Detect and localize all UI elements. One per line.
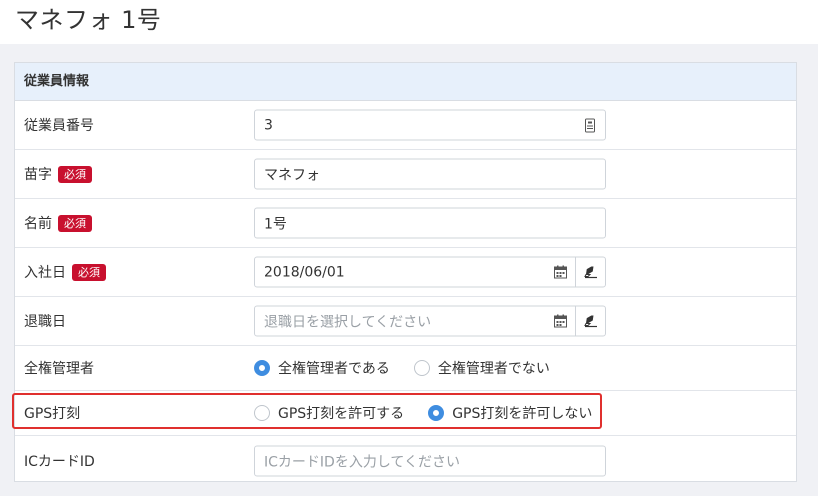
ic-card-input[interactable]: ICカードIDを入力してください — [254, 445, 606, 477]
first-name-label: 名前 必須 — [24, 213, 92, 233]
first-name-value: 1号 — [264, 216, 287, 232]
employee-number-label: 従業員番号 — [24, 115, 94, 135]
row-full-admin: 全権管理者 全権管理者である 全権管理者でない — [15, 346, 796, 391]
required-badge: 必須 — [58, 214, 92, 232]
id-card-icon[interactable] — [575, 111, 605, 140]
eraser-icon[interactable] — [575, 306, 605, 336]
last-name-value: マネフォ — [264, 167, 320, 183]
full-admin-no-label: 全権管理者でない — [437, 361, 550, 377]
leave-date-input[interactable]: 退職日を選択してください — [254, 305, 606, 337]
row-join-date: 入社日 必須 2018/06/01 — [15, 248, 796, 297]
last-name-label-text: 苗字 — [24, 167, 52, 183]
join-date-value: 2018/06/01 — [264, 264, 345, 280]
eraser-icon[interactable] — [575, 257, 605, 287]
required-badge: 必須 — [58, 165, 92, 183]
last-name-input[interactable]: マネフォ — [254, 158, 606, 190]
employee-info-card: 従業員情報 従業員番号 3 苗字 必須 マネフォ 名前 必須 1号 入社日 必須… — [14, 62, 797, 482]
row-first-name: 名前 必須 1号 — [15, 199, 796, 248]
full-admin-label-text: 全権管理者 — [24, 361, 94, 377]
employee-number-input[interactable]: 3 — [254, 109, 606, 141]
full-admin-label: 全権管理者 — [24, 358, 94, 378]
first-name-input[interactable]: 1号 — [254, 207, 606, 239]
gps-allow-label: GPS打刻を許可する — [278, 406, 405, 422]
leave-date-placeholder: 退職日を選択してください — [264, 314, 432, 330]
gps-label-text: GPS打刻 — [24, 406, 81, 422]
gps-allow-radio[interactable]: GPS打刻を許可する — [254, 403, 404, 423]
row-last-name: 苗字 必須 マネフォ — [15, 150, 796, 199]
full-admin-yes-label: 全権管理者である — [278, 361, 390, 377]
row-gps: GPS打刻 GPS打刻を許可する GPS打刻を許可しない — [15, 391, 796, 436]
row-leave-date: 退職日 退職日を選択してください — [15, 297, 796, 346]
join-date-label-text: 入社日 — [24, 265, 66, 281]
leave-date-label: 退職日 — [24, 311, 66, 331]
join-date-input[interactable]: 2018/06/01 — [254, 256, 606, 288]
gps-deny-radio[interactable]: GPS打刻を許可しない — [428, 403, 592, 423]
radio-selected-icon[interactable] — [254, 360, 270, 376]
required-badge: 必須 — [72, 263, 106, 281]
radio-unselected-icon[interactable] — [254, 405, 270, 421]
gps-label: GPS打刻 — [24, 403, 80, 423]
radio-selected-icon[interactable] — [428, 405, 445, 421]
calendar-icon[interactable] — [545, 258, 575, 287]
full-admin-no-radio[interactable]: 全権管理者でない — [413, 358, 550, 378]
gps-radio-group: GPS打刻を許可する GPS打刻を許可しない — [254, 403, 616, 423]
radio-unselected-icon[interactable] — [413, 360, 430, 376]
page-title: マネフォ 1号 — [15, 6, 162, 34]
first-name-label-text: 名前 — [24, 216, 52, 232]
employee-number-value: 3 — [264, 117, 273, 133]
ic-card-label-text: ICカードID — [24, 454, 95, 470]
row-ic-card: ICカードID ICカードIDを入力してください — [15, 436, 796, 486]
employee-number-label-text: 従業員番号 — [24, 118, 94, 134]
ic-card-label: ICカードID — [24, 451, 95, 471]
full-admin-yes-radio[interactable]: 全権管理者である — [254, 358, 390, 378]
gps-deny-label: GPS打刻を許可しない — [452, 406, 593, 422]
top-header: マネフォ 1号 — [0, 0, 818, 44]
last-name-label: 苗字 必須 — [24, 164, 92, 184]
full-admin-radio-group: 全権管理者である 全権管理者でない — [254, 358, 574, 378]
leave-date-label-text: 退職日 — [24, 314, 66, 330]
calendar-icon[interactable] — [545, 307, 575, 336]
card-title: 従業員情報 — [15, 63, 796, 101]
row-employee-number: 従業員番号 3 — [15, 101, 796, 150]
ic-card-placeholder: ICカードIDを入力してください — [264, 454, 460, 470]
join-date-label: 入社日 必須 — [24, 262, 106, 282]
